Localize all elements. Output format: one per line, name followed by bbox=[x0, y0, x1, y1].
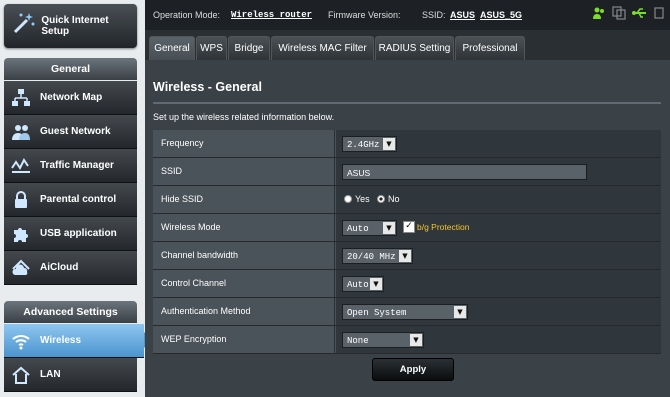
settings-row-ssid: SSID ASUS bbox=[153, 158, 661, 186]
printer-icon[interactable] bbox=[654, 6, 664, 22]
sidebar-item-lan[interactable]: LAN bbox=[4, 358, 137, 392]
tab-radius-setting[interactable]: RADIUS Setting bbox=[375, 36, 454, 60]
operation-mode-link[interactable]: Wireless router bbox=[231, 10, 312, 20]
wifi-icon bbox=[10, 330, 32, 352]
settings-row-auth-method: Authentication Method Open System ▼ bbox=[153, 298, 661, 326]
sidebar-item-wireless[interactable]: Wireless bbox=[4, 324, 152, 358]
chevron-down-icon: ▼ bbox=[399, 250, 411, 262]
apply-button[interactable]: Apply bbox=[372, 358, 454, 381]
control-channel-label: Control Channel bbox=[153, 270, 335, 297]
settings-table: Frequency 2.4GHz ▼ SSID ASUS Hide SSID Y… bbox=[153, 130, 661, 354]
tab-wireless-mac-filter[interactable]: Wireless MAC Filter bbox=[271, 36, 374, 60]
sidebar-item-label: Guest Network bbox=[40, 126, 111, 137]
sidebar-item-label: Parental control bbox=[40, 194, 117, 205]
radio-checked-icon bbox=[377, 195, 385, 203]
wireless-mode-value: Auto bbox=[347, 224, 369, 234]
ssid-label: SSID: bbox=[422, 10, 446, 20]
wep-encryption-value: None bbox=[347, 336, 369, 346]
chevron-down-icon: ▼ bbox=[410, 334, 422, 346]
wireless-mode-select[interactable]: Auto ▼ bbox=[342, 220, 397, 236]
guest-network-icon bbox=[10, 121, 32, 143]
sidebar-item-guest-network[interactable]: Guest Network bbox=[4, 115, 137, 149]
channel-bandwidth-value: 20/40 MHz bbox=[347, 252, 396, 262]
sidebar-item-network-map[interactable]: Network Map bbox=[4, 81, 137, 115]
tab-bar: General WPS Bridge Wireless MAC Filter R… bbox=[145, 30, 670, 60]
hide-ssid-label: Hide SSID bbox=[153, 186, 335, 213]
chevron-down-icon: ▼ bbox=[383, 138, 395, 150]
channel-bandwidth-label: Channel bandwidth bbox=[153, 242, 335, 269]
sidebar-item-label: AiCloud bbox=[40, 262, 79, 273]
copy-icon[interactable] bbox=[612, 6, 626, 22]
frequency-label: Frequency bbox=[153, 130, 335, 157]
bg-protection-label: b/g Protection bbox=[417, 222, 470, 232]
settings-row-hide-ssid: Hide SSID Yes No bbox=[153, 186, 661, 214]
sidebar-item-label: Network Map bbox=[40, 92, 103, 103]
frequency-select[interactable]: 2.4GHz ▼ bbox=[342, 136, 397, 152]
ssid-field-label: SSID bbox=[153, 158, 335, 185]
sidebar-item-aicloud[interactable]: AiCloud bbox=[4, 251, 137, 285]
sidebar-item-label: Wireless bbox=[40, 335, 82, 346]
sidebar-item-usb-application[interactable]: USB application bbox=[4, 217, 137, 251]
ssid-input[interactable]: ASUS bbox=[342, 164, 587, 180]
chevron-down-icon: ▼ bbox=[370, 278, 382, 290]
chevron-down-icon: ▼ bbox=[454, 306, 466, 318]
hide-ssid-yes-radio[interactable]: Yes bbox=[344, 194, 370, 204]
settings-row-channel-bandwidth: Channel bandwidth 20/40 MHz ▼ bbox=[153, 242, 661, 270]
settings-row-wep-encryption: WEP Encryption None ▼ bbox=[153, 326, 661, 354]
network-map-icon bbox=[10, 87, 32, 109]
radio-unchecked-icon bbox=[344, 195, 352, 203]
magic-wand-icon bbox=[12, 11, 41, 41]
home-icon bbox=[10, 364, 32, 386]
page-title: Wireless - General bbox=[153, 80, 262, 94]
quick-internet-setup-button[interactable]: Quick Internet Setup bbox=[4, 4, 137, 48]
ssid-link-5g[interactable]: ASUS_5G bbox=[480, 10, 522, 20]
wep-encryption-select[interactable]: None ▼ bbox=[342, 332, 424, 348]
hide-ssid-no-label: No bbox=[388, 194, 400, 204]
sidebar-item-label: LAN bbox=[40, 369, 61, 380]
auth-method-select[interactable]: Open System ▼ bbox=[342, 304, 468, 320]
top-status-icons bbox=[592, 6, 664, 22]
channel-bandwidth-select[interactable]: 20/40 MHz ▼ bbox=[342, 248, 413, 264]
title-divider bbox=[153, 102, 661, 104]
general-section-header: General bbox=[4, 58, 137, 80]
tab-professional[interactable]: Professional bbox=[455, 36, 525, 60]
usb-status-icon[interactable] bbox=[632, 6, 648, 22]
puzzle-icon bbox=[10, 223, 32, 245]
chevron-down-icon: ▼ bbox=[383, 222, 395, 234]
tab-bridge[interactable]: Bridge bbox=[228, 36, 270, 60]
firmware-version-label: Firmware Version: bbox=[328, 10, 401, 20]
control-channel-select[interactable]: Auto ▼ bbox=[342, 276, 384, 292]
sidebar-item-label: Traffic Manager bbox=[40, 160, 114, 171]
sidebar-item-label: USB application bbox=[40, 228, 117, 239]
wep-encryption-label: WEP Encryption bbox=[153, 326, 335, 353]
frequency-value: 2.4GHz bbox=[347, 140, 380, 150]
ssid-link-2g[interactable]: ASUS bbox=[450, 10, 475, 20]
users-icon[interactable] bbox=[592, 6, 606, 22]
quick-internet-setup-label: Quick Internet Setup bbox=[41, 15, 109, 37]
sidebar: Quick Internet Setup General Network Map… bbox=[0, 0, 152, 397]
traffic-manager-icon bbox=[10, 155, 32, 177]
tab-wps[interactable]: WPS bbox=[196, 36, 227, 60]
main-panel: Wireless - General Set up the wireless r… bbox=[145, 60, 670, 397]
top-status-bar: Operation Mode: Wireless router Firmware… bbox=[145, 0, 670, 30]
wireless-mode-label: Wireless Mode bbox=[153, 214, 335, 241]
page-description: Set up the wireless related information … bbox=[153, 112, 335, 122]
lock-icon bbox=[10, 189, 32, 211]
settings-row-control-channel: Control Channel Auto ▼ bbox=[153, 270, 661, 298]
auth-method-value: Open System bbox=[347, 308, 407, 318]
settings-row-frequency: Frequency 2.4GHz ▼ bbox=[153, 130, 661, 158]
control-channel-value: Auto bbox=[347, 280, 369, 290]
hide-ssid-no-radio[interactable]: No bbox=[377, 194, 400, 204]
tab-general[interactable]: General bbox=[149, 36, 195, 60]
bg-protection-checkbox[interactable]: ✓ bbox=[403, 221, 415, 233]
settings-row-wireless-mode: Wireless Mode Auto ▼ ✓ b/g Protection bbox=[153, 214, 661, 242]
auth-method-label: Authentication Method bbox=[153, 298, 335, 325]
hide-ssid-yes-label: Yes bbox=[355, 194, 370, 204]
sidebar-item-parental-control[interactable]: Parental control bbox=[4, 183, 137, 217]
advanced-settings-header: Advanced Settings bbox=[4, 301, 137, 323]
cloud-home-icon bbox=[10, 257, 32, 279]
sidebar-item-traffic-manager[interactable]: Traffic Manager bbox=[4, 149, 137, 183]
operation-mode-label: Operation Mode: bbox=[153, 10, 221, 20]
